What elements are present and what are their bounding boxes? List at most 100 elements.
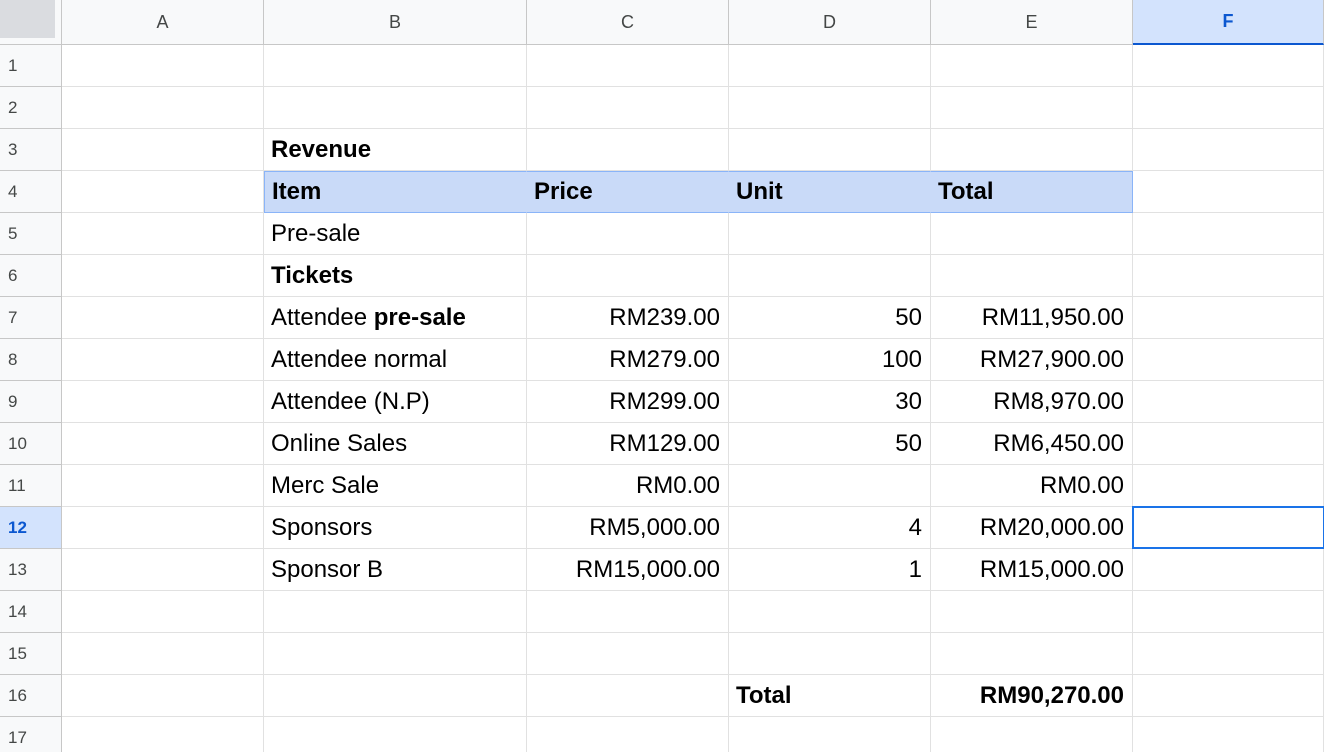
cell-b15[interactable] (264, 633, 527, 675)
cell-a9[interactable] (62, 381, 264, 423)
table-header-price[interactable]: Price (527, 171, 729, 213)
row-header-10[interactable]: 10 (0, 423, 62, 465)
unit-cell[interactable]: 50 (729, 423, 931, 465)
cell-a8[interactable] (62, 339, 264, 381)
total-cell[interactable]: RM0.00 (931, 465, 1133, 507)
cell-f16[interactable] (1133, 675, 1324, 717)
cell-e2[interactable] (931, 87, 1133, 129)
cell-a6[interactable] (62, 255, 264, 297)
table-header-total[interactable]: Total (931, 171, 1133, 213)
cell-c17[interactable] (527, 717, 729, 752)
total-cell[interactable]: RM20,000.00 (931, 507, 1133, 549)
cell-b16[interactable] (264, 675, 527, 717)
cell-f9[interactable] (1133, 381, 1324, 423)
cell-b14[interactable] (264, 591, 527, 633)
row-header-3[interactable]: 3 (0, 129, 62, 171)
cell-e3[interactable] (931, 129, 1133, 171)
cell-a3[interactable] (62, 129, 264, 171)
cell-b17[interactable] (264, 717, 527, 752)
price-cell[interactable]: RM129.00 (527, 423, 729, 465)
row-header-14[interactable]: 14 (0, 591, 62, 633)
cell-c5[interactable] (527, 213, 729, 255)
cell-a16[interactable] (62, 675, 264, 717)
total-cell[interactable]: RM6,450.00 (931, 423, 1133, 465)
cell-f17[interactable] (1133, 717, 1324, 752)
cell-e15[interactable] (931, 633, 1133, 675)
cell-e5[interactable] (931, 213, 1133, 255)
unit-cell[interactable]: 50 (729, 297, 931, 339)
row-header-16[interactable]: 16 (0, 675, 62, 717)
cell-a11[interactable] (62, 465, 264, 507)
item-name-cell[interactable]: Attendee (N.P) (264, 381, 527, 423)
cell-c6[interactable] (527, 255, 729, 297)
cell-f10[interactable] (1133, 423, 1324, 465)
table-header-item[interactable]: Item (264, 171, 527, 213)
unit-cell[interactable]: 100 (729, 339, 931, 381)
cell-d6[interactable] (729, 255, 931, 297)
cell-f15[interactable] (1133, 633, 1324, 675)
row-header-4[interactable]: 4 (0, 171, 62, 213)
cell-d1[interactable] (729, 45, 931, 87)
cell-f6[interactable] (1133, 255, 1324, 297)
row-header-2[interactable]: 2 (0, 87, 62, 129)
unit-cell[interactable]: 4 (729, 507, 931, 549)
cell-f11[interactable] (1133, 465, 1324, 507)
cell-a15[interactable] (62, 633, 264, 675)
price-cell[interactable]: RM299.00 (527, 381, 729, 423)
item-name-cell[interactable]: Merc Sale (264, 465, 527, 507)
select-all-button[interactable] (0, 0, 55, 38)
cell-c2[interactable] (527, 87, 729, 129)
grand-total-value[interactable]: RM90,270.00 (931, 675, 1133, 717)
cell-d2[interactable] (729, 87, 931, 129)
cell-f1[interactable] (1133, 45, 1324, 87)
cell-f5[interactable] (1133, 213, 1324, 255)
unit-cell[interactable]: 1 (729, 549, 931, 591)
cell-a1[interactable] (62, 45, 264, 87)
unit-cell[interactable]: 30 (729, 381, 931, 423)
cell-a10[interactable] (62, 423, 264, 465)
cell-c1[interactable] (527, 45, 729, 87)
total-cell[interactable]: RM8,970.00 (931, 381, 1133, 423)
column-header-b[interactable]: B (264, 0, 527, 45)
cell-f12[interactable] (1133, 507, 1324, 549)
cell-a13[interactable] (62, 549, 264, 591)
cell-d3[interactable] (729, 129, 931, 171)
column-header-e[interactable]: E (931, 0, 1133, 45)
row-header-5[interactable]: 5 (0, 213, 62, 255)
row-header-15[interactable]: 15 (0, 633, 62, 675)
price-cell[interactable]: RM239.00 (527, 297, 729, 339)
column-header-f[interactable]: F (1133, 0, 1324, 45)
cell-e17[interactable] (931, 717, 1133, 752)
spreadsheet-grid[interactable]: ABCDEF 1 2 3 4 5 6 7 8 9 10 11 12 13 14 15 16 17 Revenue… (0, 0, 1324, 752)
column-header-d[interactable]: D (729, 0, 931, 45)
item-name-cell[interactable]: Online Sales (264, 423, 527, 465)
cell-a14[interactable] (62, 591, 264, 633)
row-header-13[interactable]: 13 (0, 549, 62, 591)
cell-f7[interactable] (1133, 297, 1324, 339)
row-header-6[interactable]: 6 (0, 255, 62, 297)
cell-f8[interactable] (1133, 339, 1324, 381)
cell-e14[interactable] (931, 591, 1133, 633)
cell-a5[interactable] (62, 213, 264, 255)
item-name-cell[interactable]: Sponsor B (264, 549, 527, 591)
cell-f3[interactable] (1133, 129, 1324, 171)
cell-c16[interactable] (527, 675, 729, 717)
cell-f13[interactable] (1133, 549, 1324, 591)
item-name-cell[interactable]: Attendee pre-sale (264, 297, 527, 339)
cell-a17[interactable] (62, 717, 264, 752)
total-cell[interactable]: RM11,950.00 (931, 297, 1133, 339)
cell-a4[interactable] (62, 171, 264, 213)
row-label-presale[interactable]: Pre-sale (264, 213, 527, 255)
row-header-1[interactable]: 1 (0, 45, 62, 87)
cell-c15[interactable] (527, 633, 729, 675)
cell-d15[interactable] (729, 633, 931, 675)
row-header-7[interactable]: 7 (0, 297, 62, 339)
item-name-cell[interactable]: Attendee normal (264, 339, 527, 381)
column-header-c[interactable]: C (527, 0, 729, 45)
row-header-8[interactable]: 8 (0, 339, 62, 381)
cell-c3[interactable] (527, 129, 729, 171)
row-header-9[interactable]: 9 (0, 381, 62, 423)
cell-f4[interactable] (1133, 171, 1324, 213)
row-label-tickets[interactable]: Tickets (264, 255, 527, 297)
column-header-a[interactable]: A (62, 0, 264, 45)
